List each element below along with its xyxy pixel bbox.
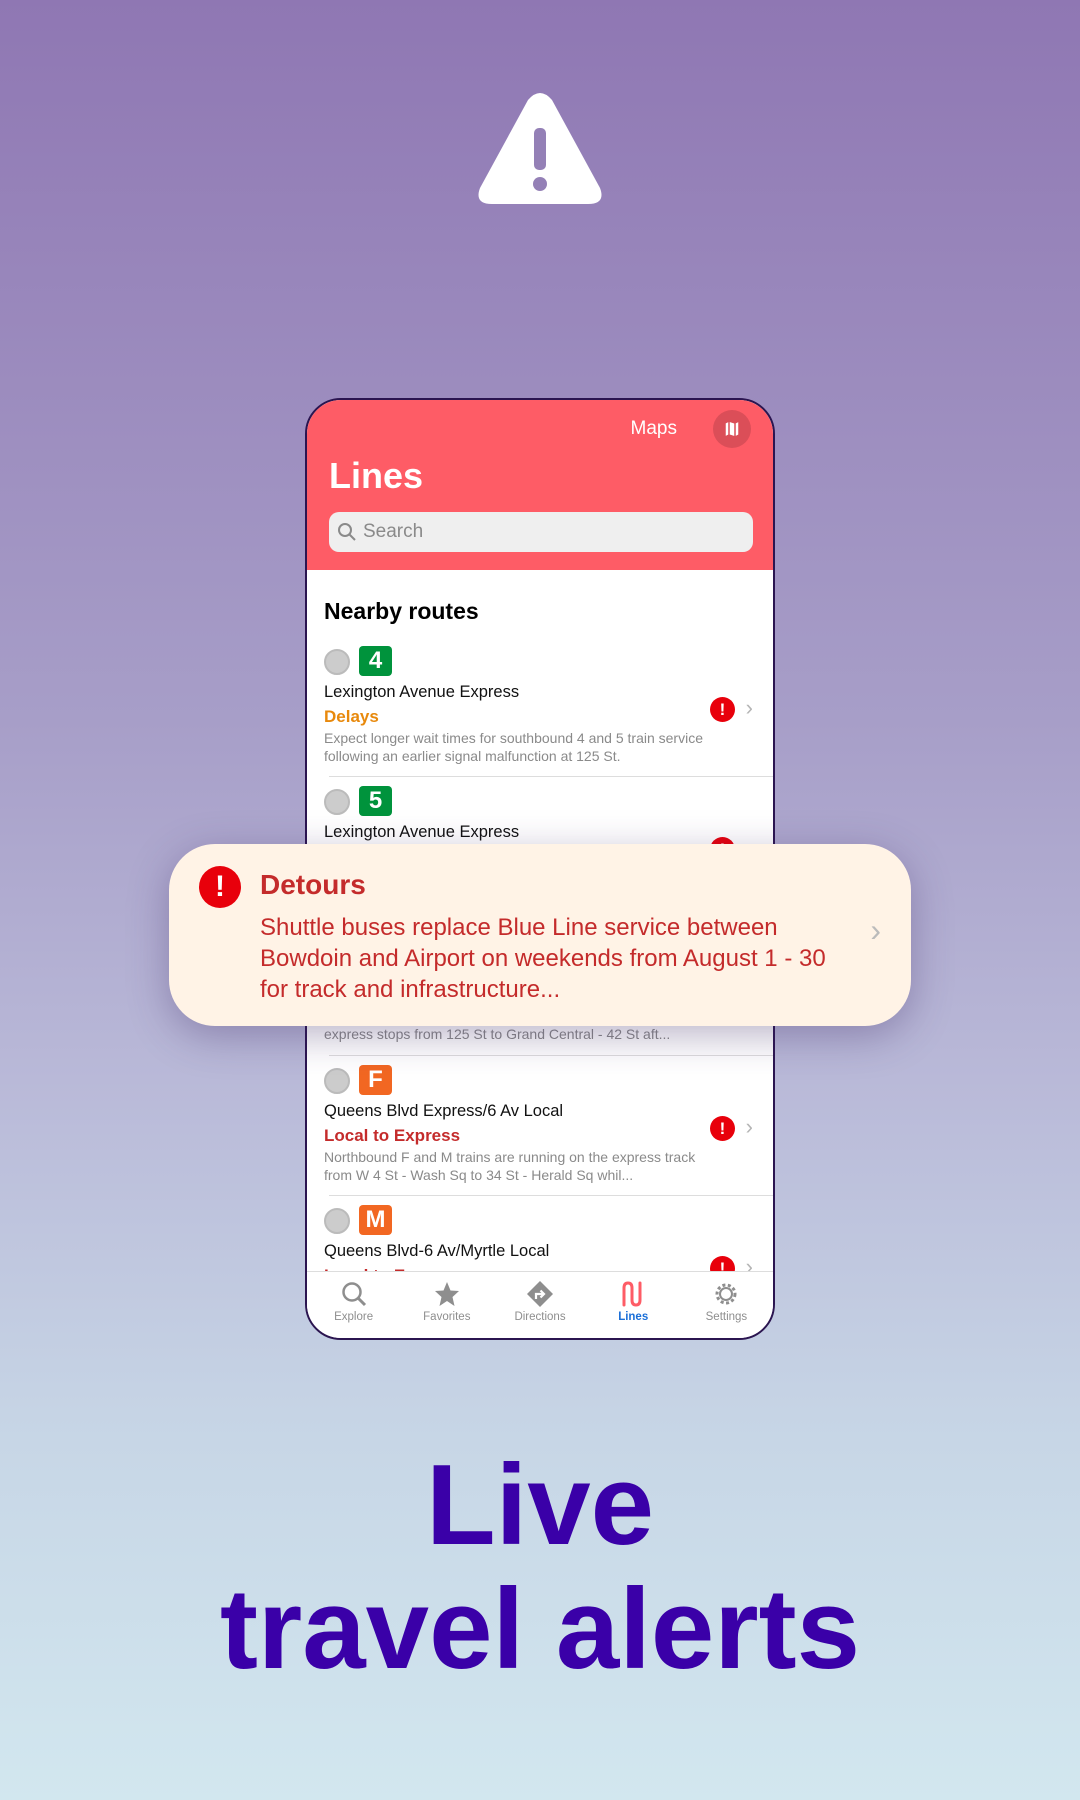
tab-label: Lines bbox=[618, 1311, 649, 1323]
route-badge: 4 bbox=[359, 646, 392, 676]
route-name: Lexington Avenue Express bbox=[324, 683, 520, 701]
alert-popup[interactable]: ! Detours Shuttle buses replace Blue Lin… bbox=[169, 844, 911, 1026]
train-icon bbox=[324, 789, 350, 815]
headline-line1: Live bbox=[425, 1442, 655, 1569]
maps-label[interactable]: Maps bbox=[631, 418, 677, 440]
route-badge: M bbox=[359, 1205, 392, 1235]
section-title: Nearby routes bbox=[324, 598, 479, 624]
tab-label: Explore bbox=[334, 1311, 374, 1323]
route-description: Northbound F and M trains are running on… bbox=[324, 1149, 696, 1183]
search-input[interactable]: Search bbox=[329, 512, 753, 552]
alert-icon: ! bbox=[199, 866, 241, 908]
tab-label: Favorites bbox=[423, 1311, 471, 1323]
route-description: Expect longer wait times for southbound … bbox=[324, 730, 703, 764]
tab-label: Directions bbox=[514, 1311, 566, 1323]
route-badge: 5 bbox=[359, 786, 392, 816]
chevron-right-icon: › bbox=[745, 1114, 753, 1139]
route-badge: F bbox=[359, 1065, 392, 1095]
gear-icon bbox=[715, 1283, 737, 1305]
alert-icon: ! bbox=[710, 1116, 735, 1141]
warning-triangle-icon bbox=[478, 93, 602, 204]
search-placeholder: Search bbox=[363, 521, 424, 542]
page-title: Lines bbox=[329, 455, 424, 496]
route-row[interactable]: F Queens Blvd Express/6 Av Local Local t… bbox=[307, 1056, 773, 1196]
tab-bar: Explore Favorites Directions Lines Setti… bbox=[307, 1271, 773, 1338]
chevron-right-icon: › bbox=[870, 912, 881, 948]
tab-settings[interactable]: Settings bbox=[680, 1272, 773, 1338]
train-icon bbox=[324, 1068, 350, 1094]
train-icon bbox=[324, 649, 350, 675]
star-icon bbox=[434, 1282, 459, 1306]
alert-text: Shuttle buses replace Blue Line service … bbox=[260, 914, 826, 1003]
search-icon bbox=[338, 523, 356, 541]
alert-icon: ! bbox=[710, 697, 735, 722]
header: Maps Lines Search bbox=[307, 400, 773, 570]
directions-icon bbox=[527, 1281, 553, 1307]
headline-line2: travel alerts bbox=[219, 1566, 861, 1693]
route-description: express stops from 125 St to Grand Centr… bbox=[324, 1026, 671, 1042]
route-name: Queens Blvd-6 Av/Myrtle Local bbox=[324, 1242, 550, 1260]
tab-lines[interactable]: Lines bbox=[587, 1272, 680, 1338]
route-status: Local to Express bbox=[324, 1126, 461, 1145]
route-row[interactable]: 4 Lexington Avenue Express Delays Expect… bbox=[307, 637, 773, 777]
train-icon bbox=[324, 1208, 350, 1234]
map-icon bbox=[724, 420, 740, 438]
tab-favorites[interactable]: Favorites bbox=[400, 1272, 493, 1338]
tab-label: Settings bbox=[705, 1311, 748, 1323]
chevron-right-icon: › bbox=[745, 695, 753, 720]
headline: Live travel alerts bbox=[0, 1444, 1080, 1692]
route-status: Delays bbox=[324, 707, 379, 726]
alert-title: Detours bbox=[260, 869, 366, 900]
tab-directions[interactable]: Directions bbox=[493, 1272, 586, 1338]
search-icon bbox=[341, 1282, 366, 1307]
lines-icon bbox=[622, 1281, 642, 1307]
route-name: Lexington Avenue Express bbox=[324, 823, 520, 841]
tab-explore[interactable]: Explore bbox=[307, 1272, 400, 1338]
route-name: Queens Blvd Express/6 Av Local bbox=[324, 1102, 564, 1120]
maps-button[interactable] bbox=[713, 410, 751, 448]
